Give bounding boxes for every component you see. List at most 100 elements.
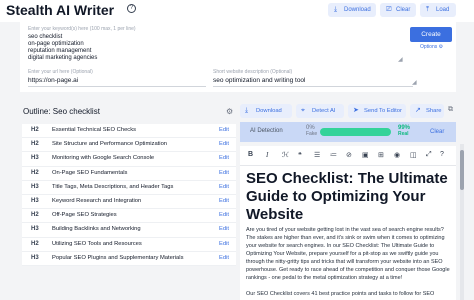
copy-icon[interactable]: ⧉ <box>448 106 453 114</box>
article-paragraph: Are you tired of your website getting lo… <box>246 227 450 281</box>
share-button[interactable]: ↗ Share <box>410 104 444 118</box>
description-label: Short website description (Optional) <box>213 69 293 75</box>
heading-level: H2 <box>31 141 39 148</box>
app-title: Stealth AI Writer <box>6 2 115 18</box>
outline-row[interactable]: H3 Keyword Research and Integration Edit <box>22 194 236 210</box>
outline-row[interactable]: H3 Monitoring with Google Search Console E… <box>22 152 236 167</box>
side-by-side-icon[interactable]: ◫ <box>410 151 417 159</box>
link-icon[interactable]: ⊘ <box>346 151 352 159</box>
resize-handle-icon[interactable]: ◢ <box>398 56 403 63</box>
heading-text: Popular SEO Plugins and Supplementary Ma… <box>52 254 184 261</box>
download-button-label: Download <box>344 7 371 13</box>
outline-row[interactable]: H3 Title Tags, Meta Descriptions, and Hea… <box>22 180 236 195</box>
article-editor[interactable]: B I ℋ ❝ ☰ ≔ ⊘ ▣ ⊞ ◉ ◫ ⤢ ? SEO Checklist:… <box>240 146 456 300</box>
detect-ai-label: Detect AI <box>312 108 336 114</box>
heading-level: H3 <box>31 155 39 162</box>
outline-row[interactable]: H3 Building Backlinks and Networking Edit <box>22 223 236 238</box>
outline-row[interactable]: H2 Site Structure and Performance Optimiz… <box>22 138 236 153</box>
real-word: Real <box>398 131 409 137</box>
url-field[interactable]: https://on-page.ai <box>28 77 78 84</box>
article-download-label: Download <box>256 108 282 114</box>
edit-link[interactable]: Edit <box>219 255 229 261</box>
keyword-line: digital marketing agencies <box>28 55 98 61</box>
edit-link[interactable]: Edit <box>219 127 229 133</box>
options-link[interactable]: Options ⚙ <box>420 44 443 50</box>
edit-link[interactable]: Edit <box>219 212 229 218</box>
italic-icon[interactable]: I <box>266 151 268 159</box>
heading-text: Utilizing SEO Tools and Resources <box>52 240 142 247</box>
keywords-textarea[interactable]: seo checklist on-page optimization reput… <box>28 30 404 64</box>
edit-link[interactable]: Edit <box>219 170 229 176</box>
fake-score: 0% Fake <box>306 125 317 137</box>
heading-text: On-Page SEO Fundamentals <box>52 169 128 176</box>
editor-scrollbar-thumb[interactable] <box>460 150 464 190</box>
settings-icon[interactable]: ⚙ <box>226 107 233 116</box>
clear-button[interactable]: ⎚ Clear <box>380 3 416 17</box>
keyword-line: on-page optimization <box>28 41 84 47</box>
resize-handle-icon[interactable]: ◢ <box>412 79 417 86</box>
keyword-line: reputation management <box>28 48 92 54</box>
heading-icon[interactable]: ℋ <box>282 151 289 159</box>
send-to-editor-label: Send To Editor <box>364 108 402 114</box>
heading-text: Keyword Research and Integration <box>52 197 142 204</box>
edit-link[interactable]: Edit <box>219 198 229 204</box>
keyword-line: seo checklist <box>28 34 63 40</box>
download-button[interactable]: ⤓ Download <box>328 3 376 17</box>
table-icon[interactable]: ⊞ <box>378 151 384 159</box>
outline-table: H2 Essential Technical SEO Checks Edit H2 S… <box>22 124 236 266</box>
heading-level: H3 <box>31 226 39 233</box>
url-label: Enter your url here (Optional) <box>28 69 93 75</box>
outline-row[interactable]: H2 Utilizing SEO Tools and Resources Edit <box>22 237 236 252</box>
fullscreen-icon[interactable]: ⤢ <box>426 151 432 159</box>
app-root: Stealth AI Writer ? ⤓ Download ⎚ Clear ⤒… <box>0 0 474 300</box>
description-field[interactable]: seo optimization and writing tool <box>213 77 306 84</box>
outline-row[interactable]: H2 On-Page SEO Fundamentals Edit <box>22 166 236 181</box>
edit-link[interactable]: Edit <box>219 141 229 147</box>
quote-icon[interactable]: ❝ <box>298 151 302 159</box>
description-underline <box>213 86 413 87</box>
help-guide-icon[interactable]: ? <box>440 151 444 158</box>
url-underline <box>28 86 206 87</box>
download-icon: ⤓ <box>245 107 249 114</box>
edit-link[interactable]: Edit <box>219 155 229 161</box>
numbered-list-icon[interactable]: ≔ <box>330 151 337 159</box>
clear-icon: ⎚ <box>386 6 392 13</box>
load-button[interactable]: ⤒ Load <box>420 3 456 17</box>
heading-text: Title Tags, Meta Descriptions, and Heade… <box>52 183 174 190</box>
header-bar: Stealth AI Writer ? ⤓ Download ⎚ Clear ⤒… <box>0 0 474 22</box>
detect-ai-button[interactable]: ⌖ Detect AI <box>296 104 344 118</box>
edit-link[interactable]: Edit <box>219 226 229 232</box>
heading-text: Essential Technical SEO Checks <box>52 127 136 133</box>
edit-link[interactable]: Edit <box>219 241 229 247</box>
heading-level: H3 <box>31 183 39 190</box>
article-paragraph: Our SEO Checklist covers 41 best practic… <box>246 291 435 297</box>
image-icon[interactable]: ▣ <box>362 151 369 159</box>
heading-level: H2 <box>31 240 39 247</box>
outline-row[interactable]: H2 Essential Technical SEO Checks Edit <box>22 124 236 139</box>
ai-detection-label: AI Detection <box>250 128 283 134</box>
heading-level: H3 <box>31 197 39 204</box>
heading-text: Building Backlinks and Networking <box>52 226 141 233</box>
real-score: 99% Real <box>398 125 410 137</box>
input-panel: Enter your keyword(s) here (100 max, 1 p… <box>20 22 456 92</box>
help-icon[interactable]: ? <box>127 4 136 13</box>
load-icon: ⤒ <box>426 6 430 13</box>
bold-icon[interactable]: B <box>248 151 253 158</box>
outline-row[interactable]: H3 Popular SEO Plugins and Supplementary … <box>22 251 236 266</box>
bullet-list-icon[interactable]: ☰ <box>314 151 320 159</box>
heading-text: Site Structure and Performance Optimizat… <box>52 141 168 148</box>
outline-title: Outline: Seo checklist <box>23 107 100 116</box>
share-icon: ↗ <box>415 107 421 114</box>
article-heading: SEO Checklist: The Ultimate Guide to Opt… <box>246 170 448 223</box>
edit-link[interactable]: Edit <box>219 184 229 190</box>
load-button-label: Load <box>436 7 450 13</box>
ai-detection-panel: AI Detection 0% Fake 99% Real Clear <box>240 122 456 142</box>
create-button[interactable]: Create <box>410 27 452 42</box>
options-icon: ⚙ <box>438 44 444 50</box>
preview-icon[interactable]: ◉ <box>394 151 400 159</box>
send-to-editor-button[interactable]: ➤ Send To Editor <box>348 104 406 118</box>
outline-row[interactable]: H2 Off-Page SEO Strategies Edit <box>22 209 236 224</box>
download-icon: ⤓ <box>334 6 338 13</box>
detection-clear-link[interactable]: Clear <box>430 129 444 135</box>
article-download-button[interactable]: ⤓ Download <box>240 104 292 118</box>
